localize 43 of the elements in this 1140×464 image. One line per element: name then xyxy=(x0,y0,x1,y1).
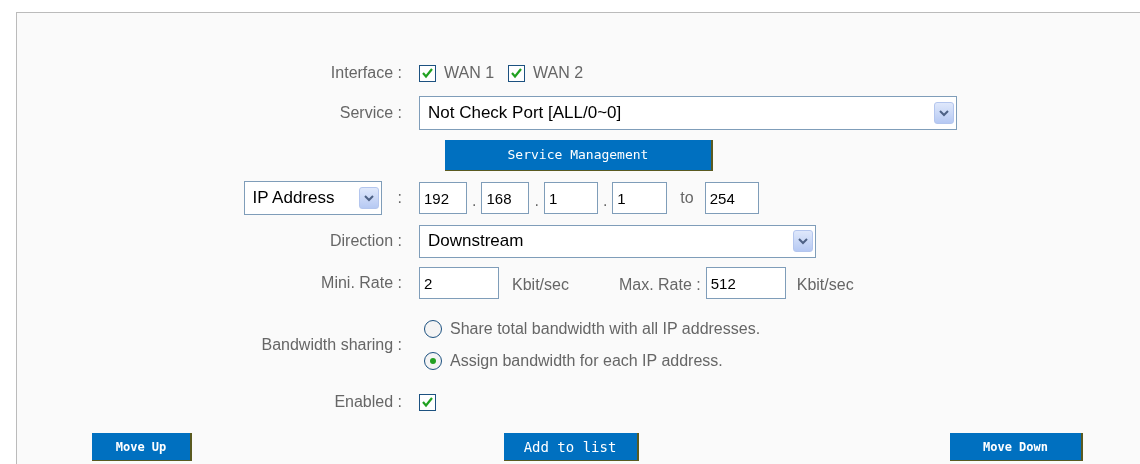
field-label: Interface : xyxy=(329,64,402,82)
service-select[interactable]: Not Check Port [ALL/0~0] xyxy=(419,96,957,130)
radio-label: Share total bandwidth with all IP addresses. xyxy=(450,320,761,338)
field-label: Service : xyxy=(338,104,402,122)
service-management-button[interactable]: Service Management xyxy=(445,139,713,171)
caret-icon xyxy=(798,237,808,245)
range-label: to xyxy=(680,189,694,207)
min-rate-field[interactable]: 2 xyxy=(419,267,499,299)
ip-octet-field[interactable]: 1 xyxy=(612,182,668,214)
caret-icon xyxy=(363,194,374,202)
max-rate-field[interactable]: 512 xyxy=(705,267,786,299)
ip-octet-field[interactable]: 168 xyxy=(481,182,530,214)
colon: : xyxy=(397,189,402,207)
caret-icon xyxy=(939,109,949,117)
address-type-select[interactable]: IP Address xyxy=(243,181,382,215)
field-label: Direction : xyxy=(328,232,402,250)
ip-octet-field[interactable]: 192 xyxy=(419,182,467,214)
dot-separator: . xyxy=(534,192,539,210)
ip-end-field[interactable]: 254 xyxy=(704,182,759,214)
checkbox-label: WAN 1 xyxy=(444,64,495,82)
checkbox-label: WAN 2 xyxy=(533,64,584,82)
radio-label: Assign bandwidth for each IP address. xyxy=(450,352,723,370)
action-button[interactable]: Add to list xyxy=(503,433,639,461)
check-icon xyxy=(421,67,434,79)
action-button[interactable]: Move Up xyxy=(92,433,192,461)
unit-label: Kbit/sec xyxy=(512,276,569,294)
unit-label: Kbit/sec xyxy=(796,276,854,294)
check-icon xyxy=(510,67,524,79)
field-label: Enabled : xyxy=(333,393,402,411)
direction-select[interactable]: Downstream xyxy=(419,224,816,258)
dot-separator: . xyxy=(472,192,477,210)
field-label: Mini. Rate : xyxy=(320,274,402,292)
field-label: Max. Rate : xyxy=(618,276,701,294)
check-icon xyxy=(421,396,434,408)
dot-separator: . xyxy=(602,192,608,210)
checkbox[interactable] xyxy=(419,393,436,411)
radio-button[interactable] xyxy=(424,320,442,338)
checkbox[interactable] xyxy=(419,64,436,82)
ip-octet-field[interactable]: 1 xyxy=(543,182,598,214)
checkbox[interactable] xyxy=(508,64,526,82)
action-button[interactable]: Move Down xyxy=(950,433,1083,461)
field-label: Bandwidth sharing : xyxy=(260,336,402,354)
radio-button[interactable] xyxy=(424,352,442,370)
